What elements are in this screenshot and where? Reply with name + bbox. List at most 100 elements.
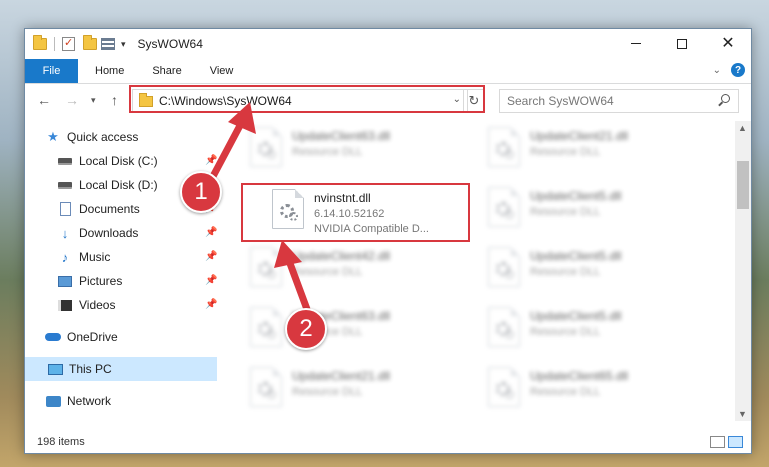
folder-icon (33, 35, 47, 50)
expand-ribbon-icon[interactable]: ⌄ (713, 65, 721, 76)
tab-file[interactable]: File (25, 59, 78, 83)
file-name: UpdateClient63.dll (292, 129, 391, 143)
maximize-icon (677, 38, 687, 49)
file-list: UpdateClient63.dll Resource DLL UpdateCli… (240, 121, 735, 421)
sidebar-item-label: Pictures (79, 274, 123, 288)
scroll-thumb[interactable] (737, 161, 749, 209)
sidebar-item-local-disk-d[interactable]: Local Disk (D:) (57, 173, 158, 197)
file-type: Resource DLL (292, 266, 363, 278)
customize-toolbar-icon[interactable]: ▾ (121, 39, 126, 50)
navigation-pane: ★ Quick access Local Disk (C:) 📌 Local D… (25, 121, 225, 421)
sidebar-item-this-pc[interactable]: This PC (25, 357, 217, 381)
dll-file-icon (250, 247, 282, 287)
item-count: 198 items (37, 436, 85, 448)
sidebar-item-downloads[interactable]: ↓ Downloads (57, 221, 139, 245)
minimize-icon (631, 43, 641, 44)
new-folder-icon[interactable] (83, 35, 97, 50)
toolbar-divider (54, 37, 55, 51)
file-type: Resource DLL (292, 146, 363, 158)
pc-icon (47, 362, 63, 376)
up-icon[interactable]: ↑ (111, 92, 118, 108)
search-input[interactable]: Search SysWOW64 (499, 89, 739, 113)
file-type: Resource DLL (530, 386, 601, 398)
details-view-icon[interactable] (710, 436, 725, 448)
minimize-button[interactable] (613, 29, 659, 58)
sidebar-item-videos[interactable]: Videos (57, 293, 115, 317)
search-placeholder: Search SysWOW64 (507, 94, 614, 108)
star-icon: ★ (47, 129, 59, 144)
sidebar-item-documents[interactable]: Documents (57, 197, 140, 221)
download-icon: ↓ (61, 225, 69, 241)
list-item[interactable]: UpdateClient63.dll Resource DLL (250, 307, 450, 359)
tab-share[interactable]: Share (138, 59, 195, 83)
pin-icon[interactable]: 📌 (205, 251, 217, 262)
pin-icon[interactable]: 📌 (205, 155, 217, 166)
back-icon[interactable]: ← (37, 92, 51, 108)
list-item[interactable]: UpdateClient5.dll Resource DLL (488, 247, 688, 299)
forward-icon[interactable]: → (65, 92, 79, 108)
list-item[interactable]: UpdateClient65.dll Resource DLL (488, 367, 688, 419)
list-item[interactable]: UpdateClient21.dll Resource DLL (488, 127, 688, 179)
sidebar-item-label: Network (67, 394, 112, 408)
sidebar-item-label: Documents (79, 202, 140, 216)
list-item[interactable]: UpdateClient21.dll Resource DLL (250, 367, 450, 419)
window-title: SysWOW64 (137, 37, 203, 51)
drive-icon (57, 178, 73, 192)
dll-file-icon (250, 307, 282, 347)
list-item[interactable]: UpdateClient5.dll Resource DLL (488, 307, 688, 359)
sidebar-item-onedrive[interactable]: OneDrive (45, 325, 118, 349)
sidebar-item-quick-access[interactable]: ★ Quick access (45, 125, 138, 149)
pin-icon[interactable]: 📌 (205, 227, 217, 238)
sidebar-item-label: Music (79, 250, 111, 264)
list-item[interactable]: UpdateClient42.dll Resource DLL (250, 247, 450, 299)
sidebar-item-music[interactable]: ♪ Music (57, 245, 111, 269)
recent-locations-icon[interactable]: ▾ (91, 95, 96, 106)
pin-icon[interactable]: 📌 (205, 299, 217, 310)
file-type: Resource DLL (292, 386, 363, 398)
network-icon (45, 394, 61, 408)
tiles-view-icon[interactable] (728, 436, 743, 448)
callout-badge-two: 2 (285, 308, 327, 350)
dll-file-icon (488, 367, 520, 407)
scroll-up-icon[interactable]: ▲ (738, 123, 747, 133)
window-controls: ✕ (613, 29, 751, 58)
file-name: UpdateClient21.dll (292, 369, 391, 383)
sidebar-item-pictures[interactable]: Pictures (57, 269, 122, 293)
view-icon[interactable] (101, 38, 115, 50)
file-name: UpdateClient21.dll (530, 129, 629, 143)
file-name: UpdateClient42.dll (292, 249, 391, 263)
ribbon-tabs: File Home Share View ⌄ ? (25, 59, 751, 84)
search-icon (721, 94, 730, 103)
tab-home[interactable]: Home (78, 59, 138, 83)
sidebar-item-label: Local Disk (D:) (79, 178, 158, 192)
dll-file-icon (488, 247, 520, 287)
dll-file-icon (488, 307, 520, 347)
properties-icon[interactable] (62, 36, 75, 51)
vertical-scrollbar[interactable]: ▲ ▼ (735, 121, 751, 421)
tab-view[interactable]: View (196, 59, 248, 83)
sidebar-item-network[interactable]: Network (45, 389, 111, 413)
list-item[interactable]: UpdateClient63.dll Resource DLL (250, 127, 450, 179)
sidebar-item-label: Downloads (79, 226, 139, 240)
file-type: Resource DLL (530, 206, 601, 218)
file-highlight-box (241, 183, 470, 242)
sidebar-item-label: Videos (79, 298, 116, 312)
dll-file-icon (488, 187, 520, 227)
close-button[interactable]: ✕ (705, 29, 751, 58)
document-icon (57, 202, 73, 216)
videos-icon (57, 298, 73, 312)
quick-access-toolbar: ▾ (25, 35, 126, 51)
status-bar: 198 items (25, 431, 751, 453)
view-toggle (710, 436, 743, 448)
help-icon[interactable]: ? (731, 63, 745, 77)
callout-badge-one: 1 (180, 171, 222, 213)
dll-file-icon (250, 367, 282, 407)
maximize-button[interactable] (659, 29, 705, 58)
dll-file-icon (250, 127, 282, 167)
list-item[interactable]: UpdateClient5.dll Resource DLL (488, 187, 688, 239)
file-type: Resource DLL (530, 266, 601, 278)
scroll-down-icon[interactable]: ▼ (738, 409, 747, 419)
sidebar-item-local-disk-c[interactable]: Local Disk (C:) (57, 149, 158, 173)
pin-icon[interactable]: 📌 (205, 275, 217, 286)
cloud-icon (45, 330, 61, 344)
